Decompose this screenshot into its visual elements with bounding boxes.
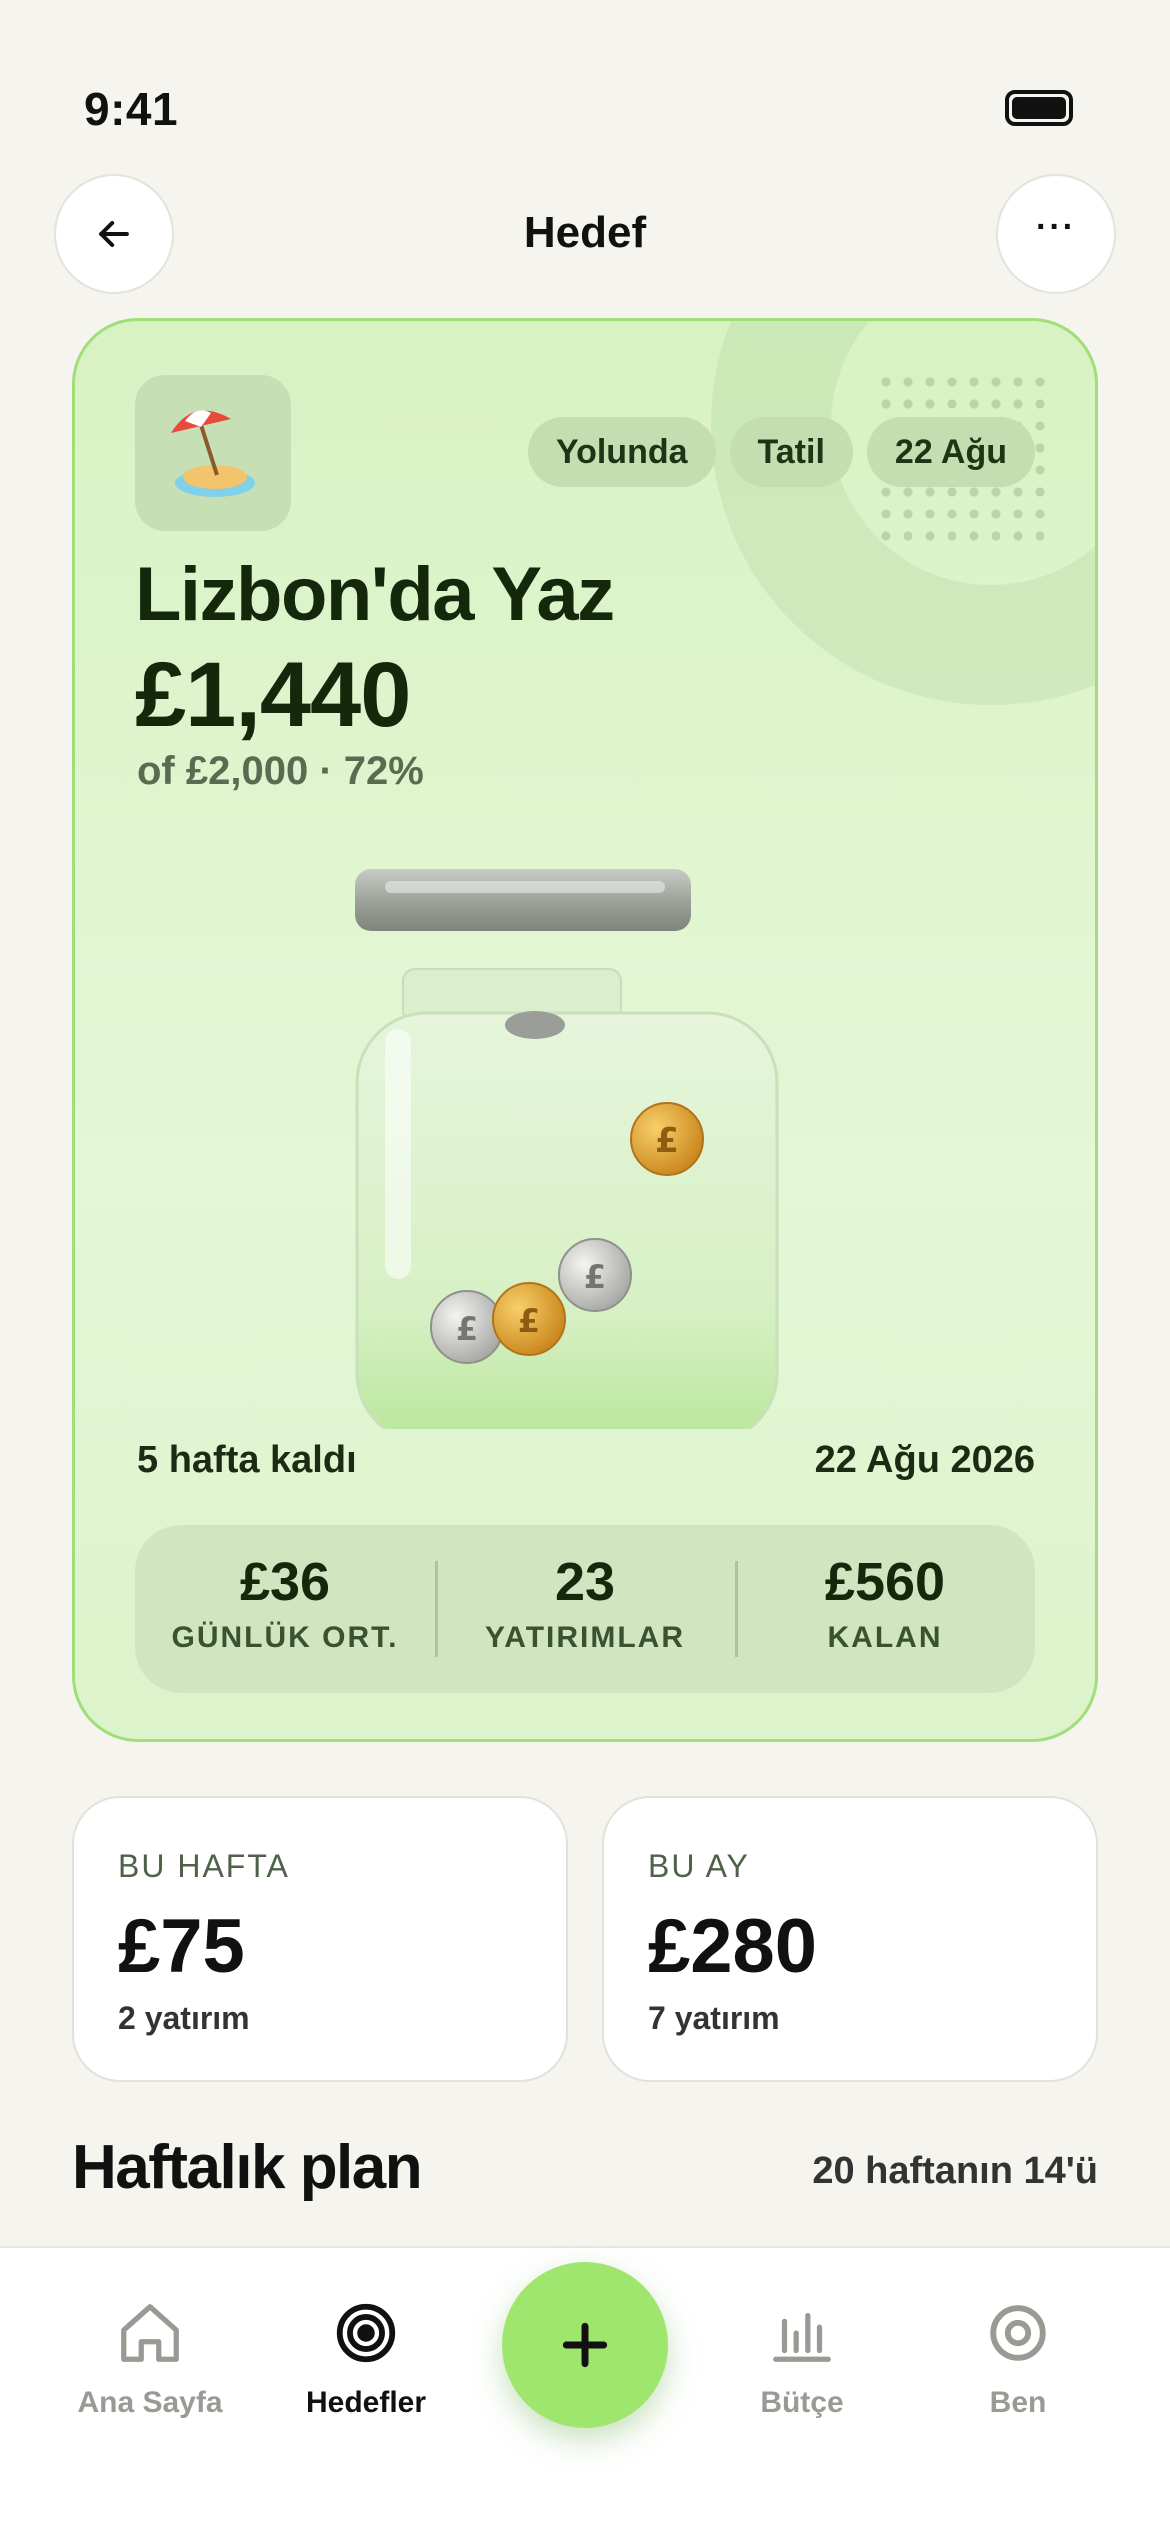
tab-budget[interactable]: Bütçe <box>702 2298 902 2420</box>
card-subtext: 2 yatırım <box>118 2000 250 2036</box>
stat-value: 23 <box>554 1552 616 1612</box>
coin-symbol: £ <box>655 1121 679 1161</box>
tab-goals[interactable]: Hedefler <box>266 2298 466 2420</box>
add-deposit-button[interactable] <box>502 2262 668 2428</box>
tab-profile[interactable]: Ben <box>918 2298 1118 2420</box>
card-value: £75 <box>118 1904 245 1989</box>
page-title: Hedef <box>523 208 647 257</box>
coin-silver-2: £ <box>430 1290 504 1364</box>
card-label: BU AY <box>648 1848 750 1884</box>
category-chip[interactable]: Tatil <box>729 417 853 487</box>
goal-progress-text: of £2,000 · 72% <box>137 749 424 793</box>
stat-remaining: £560 KALAN <box>735 1525 1035 1693</box>
more-options-button[interactable]: ··· <box>996 174 1116 294</box>
bar-chart-icon <box>773 2312 831 2362</box>
coin-symbol: £ <box>584 1258 606 1296</box>
goal-amount: £1,440 <box>135 644 411 746</box>
coin-symbol: £ <box>456 1310 478 1348</box>
this-week-card[interactable]: BU HAFTA £75 2 yatırım <box>72 1796 568 2082</box>
status-bar: 9:41 <box>0 0 1170 160</box>
stat-daily-average: £36 GÜNLÜK ORT. <box>135 1525 435 1693</box>
stat-label: YATIRIMLAR <box>485 1621 685 1654</box>
stat-value: £560 <box>824 1552 946 1612</box>
card-value: £280 <box>648 1904 818 1989</box>
coin-symbol: £ <box>518 1302 540 1340</box>
weeks-left-text: 5 hafta kaldı <box>137 1439 357 1481</box>
status-chip[interactable]: Yolunda <box>527 417 716 487</box>
tab-label: Ben <box>989 2386 1047 2419</box>
coin-gold-1: £ <box>630 1102 704 1176</box>
weekly-plan-title: Haftalık plan <box>72 2133 423 2202</box>
home-icon <box>121 2304 179 2362</box>
card-label: BU HAFTA <box>118 1848 290 1884</box>
savings-jar: £ £ £ £ <box>355 869 795 1445</box>
stat-label: KALAN <box>827 1621 943 1654</box>
tab-label: Bütçe <box>760 2386 844 2419</box>
coin-gold-2: £ <box>492 1282 566 1356</box>
status-time: 9:41 <box>84 83 179 135</box>
goal-end-date: 22 Ağu 2026 <box>814 1439 1035 1481</box>
tab-label: Ana Sayfa <box>77 2386 223 2419</box>
stat-value: £36 <box>239 1552 331 1612</box>
goal-stats: £36 GÜNLÜK ORT. 23 YATIRIMLAR £560 KALAN <box>135 1525 1035 1693</box>
date-chip[interactable]: 22 Ağu <box>866 417 1035 487</box>
weekly-plan-progress: 20 haftanın 14'ü <box>812 2150 1098 2192</box>
goal-chips: Yolunda Tatil 22 Ağu <box>527 417 1035 487</box>
coin-silver-1: £ <box>558 1238 632 1312</box>
stat-label: GÜNLÜK ORT. <box>171 1621 399 1654</box>
more-icon: ··· <box>1036 207 1076 246</box>
tab-home[interactable]: Ana Sayfa <box>50 2298 250 2420</box>
target-icon <box>336 2303 396 2363</box>
battery-icon <box>1005 90 1073 126</box>
bottom-tab-bar: Ana Sayfa Hedefler Bütçe Ben <box>0 2246 1170 2532</box>
this-month-card[interactable]: BU AY £280 7 yatırım <box>602 1796 1098 2082</box>
goal-card[interactable]: Yolunda Tatil 22 Ağu Lizbon'da Yaz £1,44… <box>72 318 1098 1742</box>
tab-label: Hedefler <box>305 2386 427 2419</box>
profile-icon <box>990 2305 1046 2361</box>
card-subtext: 7 yatırım <box>648 2000 780 2036</box>
stat-deposits: 23 YATIRIMLAR <box>435 1525 735 1693</box>
plus-icon <box>562 2322 608 2368</box>
beach-umbrella-icon <box>171 410 255 497</box>
goal-title: Lizbon'da Yaz <box>135 552 615 637</box>
goal-emoji-tile <box>135 375 291 531</box>
